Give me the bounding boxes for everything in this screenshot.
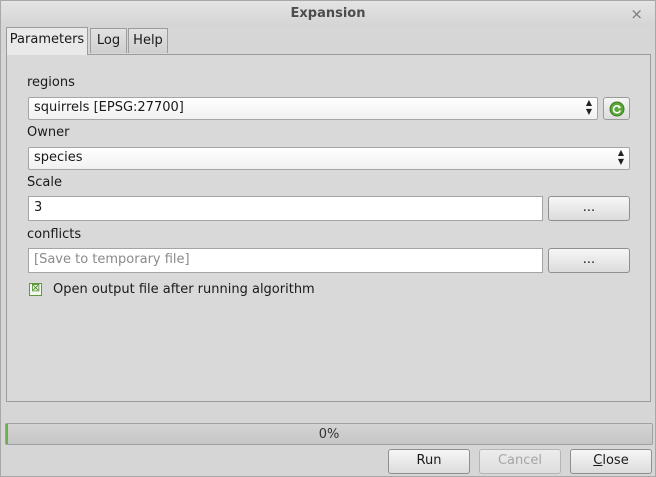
close-button-label: lose: [602, 453, 629, 468]
scale-label: Scale: [27, 175, 62, 190]
checkmark-icon: ⊠: [31, 281, 41, 294]
close-button[interactable]: Close: [570, 449, 652, 474]
progress-bar: 0%: [5, 423, 653, 445]
owner-label: Owner: [27, 125, 70, 140]
scale-browse-button[interactable]: ...: [548, 196, 630, 221]
combo-arrows-icon: ▲ ▼: [617, 148, 624, 166]
parameters-panel: regions squirrels [EPSG:27700] ▲ ▼ Owner …: [6, 54, 651, 402]
refresh-icon: [609, 101, 625, 117]
window-title: Expansion: [290, 6, 366, 21]
title-bar: Expansion ×: [1, 1, 655, 27]
run-button[interactable]: Run: [388, 449, 470, 474]
conflicts-browse-button[interactable]: ...: [548, 248, 630, 273]
open-output-label: Open output file after running algorithm: [53, 282, 315, 297]
conflicts-label: conflicts: [27, 227, 82, 242]
open-output-checkbox[interactable]: ⊠: [29, 281, 42, 296]
regions-value: squirrels [EPSG:27700]: [34, 100, 184, 115]
combo-arrows-icon: ▲ ▼: [585, 98, 592, 116]
tab-log[interactable]: Log: [90, 28, 127, 53]
regions-label: regions: [27, 75, 75, 90]
progress-text: 0%: [318, 427, 340, 442]
regions-combobox[interactable]: squirrels [EPSG:27700] ▲ ▼: [28, 97, 598, 120]
cancel-button: Cancel: [479, 449, 561, 474]
owner-combobox[interactable]: species ▲ ▼: [28, 147, 630, 170]
tab-help[interactable]: Help: [128, 28, 168, 53]
tab-parameters[interactable]: Parameters: [6, 27, 88, 55]
owner-value: species: [34, 150, 83, 165]
refresh-layers-button[interactable]: [603, 97, 630, 120]
close-button-mnemonic: C: [593, 453, 603, 468]
close-icon[interactable]: ×: [630, 5, 643, 23]
scale-input[interactable]: 3: [28, 196, 543, 221]
conflicts-output-input[interactable]: [Save to temporary file]: [28, 248, 543, 273]
expansion-dialog: Expansion × Parameters Log Help regions …: [0, 0, 656, 477]
